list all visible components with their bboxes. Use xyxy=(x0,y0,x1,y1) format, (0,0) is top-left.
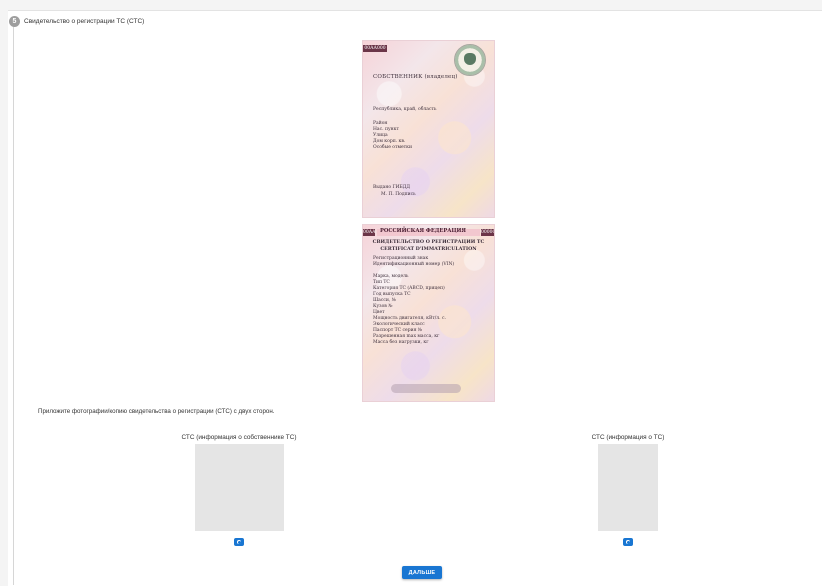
sample-line: Идентификационный номер (VIN) xyxy=(373,262,455,267)
step-number-badge: 5 xyxy=(9,16,20,27)
sample-line: Марка, модель xyxy=(373,274,409,279)
sample-title-ru: СВИДЕТЕЛЬСТВО О РЕГИСТРАЦИИ ТС xyxy=(372,239,485,245)
sample-line: Категория ТС (ABCD, прицеп) xyxy=(373,286,445,291)
sample-line: Тип ТС xyxy=(373,280,390,285)
coat-of-arms-icon xyxy=(454,44,486,76)
upload-vehicle-preview[interactable] xyxy=(598,444,658,531)
sample-line: Мощность двигателя, кВт/л. с. xyxy=(373,316,446,321)
sample-line: Нас. пункт xyxy=(373,127,399,132)
sample-line: Кузов № xyxy=(373,304,393,309)
camera-icon[interactable] xyxy=(623,538,633,546)
sample-line: Особые отметки xyxy=(373,145,412,150)
stepper-rail xyxy=(13,22,14,585)
sample-issued: Выдано ГИБДД xyxy=(373,185,411,190)
sample-stamp: М. П. Подпись xyxy=(381,192,416,197)
sample-title-fr: CERTIFICAT D'IMMATRICULATION xyxy=(380,246,477,252)
sample-line: Шасси, № xyxy=(373,298,396,303)
upload-vehicle-label: СТС (информация о ТС) xyxy=(591,434,665,441)
upload-owner-label: СТС (информация о собственнике ТС) xyxy=(181,434,297,441)
sample-serial: 00АА000 xyxy=(363,45,387,52)
sample-line: Цвет xyxy=(373,310,385,315)
sample-serial-left: 00АА xyxy=(363,229,376,236)
sample-sts-back-image: 00АА РОССИЙСКАЯ ФЕДЕРАЦИЯ 000000 СВИДЕТЕ… xyxy=(362,224,495,402)
next-button[interactable]: ДАЛЬШЕ xyxy=(402,566,442,579)
sample-federation: РОССИЙСКАЯ ФЕДЕРАЦИЯ xyxy=(380,228,466,234)
sample-line: Дом корп. кв. xyxy=(373,139,406,144)
upload-vehicle-side: СТС (информация о ТС) xyxy=(578,434,678,546)
sample-line: Район xyxy=(373,121,388,126)
sample-owner-heading: СОБСТВЕННИК (владелец) xyxy=(373,74,458,80)
sample-line: Улица xyxy=(373,133,388,138)
upload-instruction: Приложите фотографии/копию свидетельства… xyxy=(38,408,275,415)
step-header: 5 Свидетельство о регистрации ТС (СТС) xyxy=(9,16,144,27)
sample-sts-front-image: 00АА000 СОБСТВЕННИК (владелец) Республик… xyxy=(362,40,495,218)
sample-line: Год выпуска ТС xyxy=(373,292,411,297)
step-title: Свидетельство о регистрации ТС (СТС) xyxy=(24,18,145,25)
sample-line: Масса без нагрузки, кг xyxy=(373,340,429,345)
sample-serial-right: 000000 xyxy=(481,229,494,236)
sample-line: Республика, край, область xyxy=(373,107,437,112)
upload-owner-preview[interactable] xyxy=(194,444,284,531)
sample-line: Регистрационный знак xyxy=(373,256,429,261)
sample-line: Разрешенная max масса, кг xyxy=(373,334,440,339)
sample-line: Экологический класс xyxy=(373,322,425,327)
camera-icon[interactable] xyxy=(234,538,244,546)
sample-line: Паспорт ТС серия № xyxy=(373,328,423,333)
upload-owner-side: СТС (информация о собственнике ТС) xyxy=(168,434,310,546)
